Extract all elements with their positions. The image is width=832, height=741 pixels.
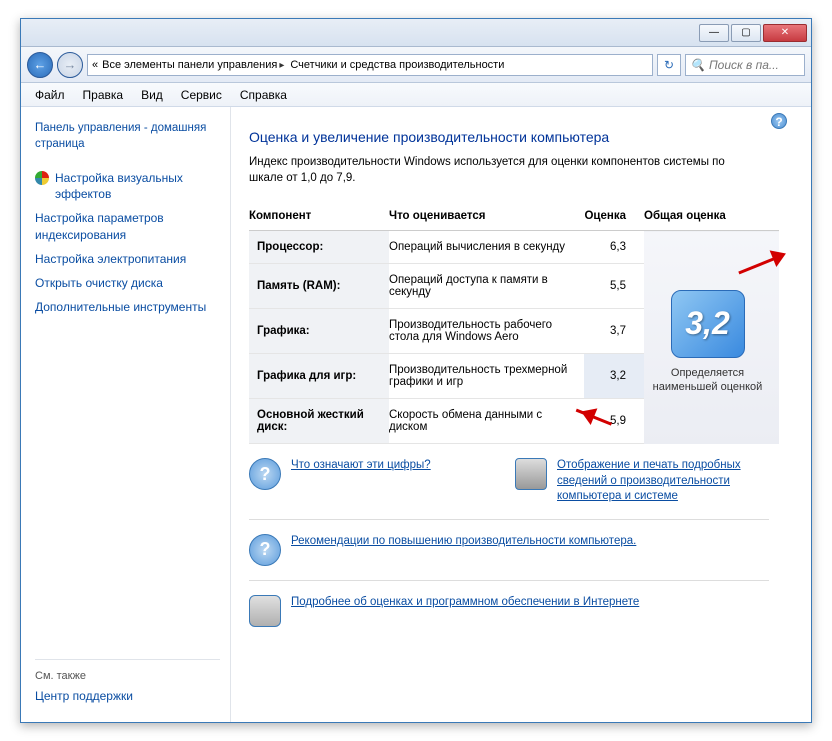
th-component: Компонент (249, 204, 389, 231)
software-icon (249, 595, 281, 627)
row-eval-disk: Скорость обмена данными с диском (389, 399, 584, 444)
overall-score-badge: 3,2 (671, 290, 745, 358)
link-more-software[interactable]: Подробнее об оценках и программном обесп… (291, 595, 639, 611)
page-title: Оценка и увеличение производительности к… (249, 129, 811, 145)
row-comp-ram: Память (RAM): (249, 264, 389, 309)
maximize-button[interactable]: ▢ (731, 24, 761, 42)
row-comp-disk: Основной жесткий диск: (249, 399, 389, 444)
printer-icon (515, 458, 547, 490)
row-comp-gaming: Графика для игр: (249, 354, 389, 399)
search-input[interactable]: 🔍 Поиск в па... (685, 54, 805, 76)
row-score-cpu: 6,3 (584, 231, 644, 264)
menu-file[interactable]: Файл (27, 86, 73, 104)
nav-back-button[interactable]: ← (27, 52, 53, 78)
links-row-2: ? Рекомендации по повышению производител… (249, 520, 769, 581)
control-panel-window: — ▢ ✕ ← → « Все элементы панели управлен… (20, 18, 812, 723)
menu-edit[interactable]: Правка (75, 86, 132, 104)
row-score-ram: 5,5 (584, 264, 644, 309)
row-score-disk: 5,9 (584, 399, 644, 444)
links-row-3: Подробнее об оценках и программном обесп… (249, 581, 769, 641)
search-placeholder: Поиск в па... (709, 58, 779, 72)
row-eval-ram: Операций доступа к памяти в секунду (389, 264, 584, 309)
row-eval-graphics: Производительность рабочего стола для Wi… (389, 309, 584, 354)
th-eval: Что оценивается (389, 204, 584, 231)
page-description: Индекс производительности Windows исполь… (249, 155, 759, 186)
ratings-table: Компонент Что оценивается Оценка Общая о… (249, 204, 779, 444)
address-bar[interactable]: « Все элементы панели управления Счетчик… (87, 54, 653, 76)
search-icon: 🔍 (690, 58, 705, 72)
sidebar-item-disk-cleanup[interactable]: Открыть очистку диска (35, 275, 220, 291)
sidebar-item-visual-effects[interactable]: Настройка визуальных эффектов (55, 170, 220, 202)
link-recommendations[interactable]: Рекомендации по повышению производительн… (291, 534, 636, 550)
navbar: ← → « Все элементы панели управления Сче… (21, 47, 811, 83)
row-score-graphics: 3,7 (584, 309, 644, 354)
close-button[interactable]: ✕ (763, 24, 807, 42)
question-icon: ? (249, 534, 281, 566)
overall-cell: 3,2 Определяется наименьшей оценкой (644, 231, 779, 444)
overall-note: Определяется наименьшей оценкой (644, 366, 771, 395)
row-eval-cpu: Операций вычисления в секунду (389, 231, 584, 264)
sidebar-see-also: См. также Центр поддержки (35, 659, 220, 712)
menu-view[interactable]: Вид (133, 86, 171, 104)
nav-forward-button[interactable]: → (57, 52, 83, 78)
breadcrumb-prefix: « (90, 59, 100, 71)
sidebar-item-indexing[interactable]: Настройка параметров индексирования (35, 210, 220, 242)
help-icon[interactable]: ? (771, 113, 787, 129)
row-comp-graphics: Графика: (249, 309, 389, 354)
sidebar: Панель управления - домашняя страница На… (21, 107, 231, 722)
row-eval-gaming: Производительность трехмерной графики и … (389, 354, 584, 399)
breadcrumb-performance[interactable]: Счетчики и средства производительности (288, 59, 506, 71)
sidebar-item-more-tools[interactable]: Дополнительные инструменты (35, 299, 220, 315)
content-area: ? Оценка и увеличение производительности… (231, 107, 811, 722)
th-score: Оценка (584, 204, 644, 231)
titlebar: — ▢ ✕ (21, 19, 811, 47)
sidebar-home[interactable]: Панель управления - домашняя страница (35, 121, 220, 152)
link-print-details[interactable]: Отображение и печать подробных сведений … (557, 458, 769, 505)
row-comp-cpu: Процессор: (249, 231, 389, 264)
question-icon: ? (249, 458, 281, 490)
minimize-button[interactable]: — (699, 24, 729, 42)
th-overall: Общая оценка (644, 204, 779, 231)
refresh-button[interactable]: ↻ (657, 54, 681, 76)
shield-icon (35, 171, 49, 185)
sidebar-item-power[interactable]: Настройка электропитания (35, 251, 220, 267)
menu-service[interactable]: Сервис (173, 86, 230, 104)
row-score-gaming: 3,2 (584, 354, 644, 399)
link-what-digits[interactable]: Что означают эти цифры? (291, 458, 431, 474)
sidebar-action-center[interactable]: Центр поддержки (35, 688, 220, 704)
links-row-1: ? Что означают эти цифры? Отображение и … (249, 444, 769, 520)
menubar: Файл Правка Вид Сервис Справка (21, 83, 811, 107)
table-row: Процессор: Операций вычисления в секунду… (249, 231, 779, 264)
menu-help[interactable]: Справка (232, 86, 295, 104)
breadcrumb-all-items[interactable]: Все элементы панели управления (100, 59, 288, 71)
body: Панель управления - домашняя страница На… (21, 107, 811, 722)
see-also-label: См. также (35, 670, 220, 682)
